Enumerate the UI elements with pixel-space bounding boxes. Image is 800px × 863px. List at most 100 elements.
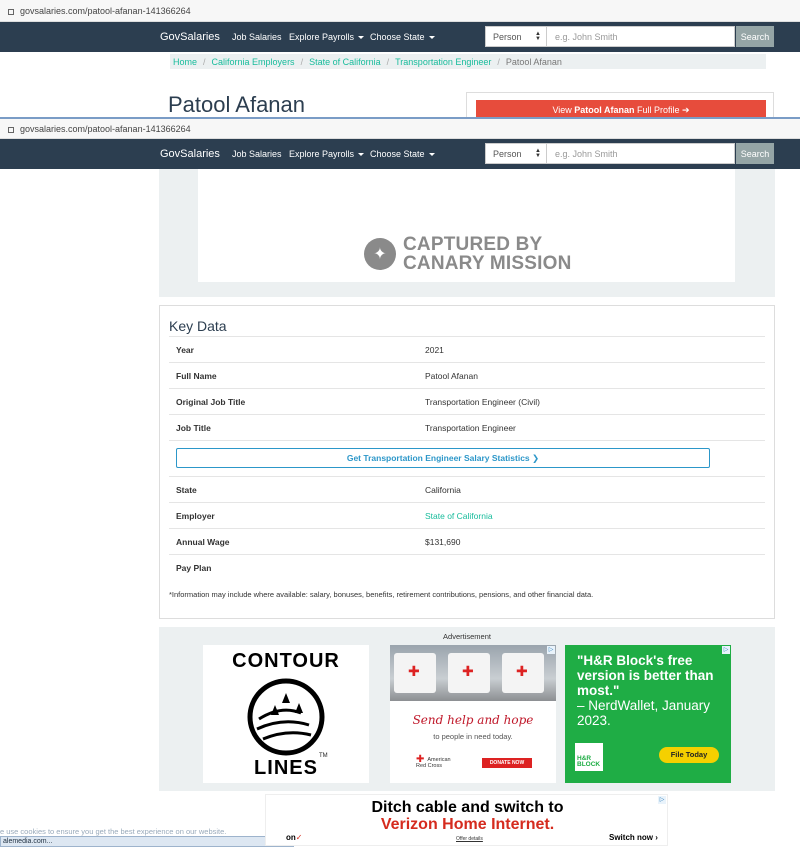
lock-icon: [8, 126, 14, 133]
advertisement-well: Advertisement CONTOUR TM LINES ✚ ✚ ✚ Sen…: [159, 627, 775, 797]
navbar: GovSalaries Job Salaries Explore Payroll…: [0, 22, 800, 52]
hr-source: – NerdWallet, January 2023.: [577, 698, 711, 728]
table-row: Job Title Transportation Engineer: [169, 414, 765, 440]
row-value: California: [425, 484, 461, 495]
watermark-text: CAPTURED BY CANARY MISSION: [403, 235, 572, 273]
stats-button-label: Get Transportation Engineer Salary Stati…: [346, 453, 530, 463]
brand-logo[interactable]: GovSalaries: [160, 148, 220, 160]
van-image: ✚: [502, 653, 544, 693]
nav-choose-state-label: Choose State: [370, 149, 425, 159]
file-today-button[interactable]: File Today: [659, 747, 719, 763]
search-button[interactable]: Search: [736, 26, 774, 47]
view-full-profile-button[interactable]: View Patool Afanan Full Profile ➔: [476, 100, 766, 117]
row-label: Original Job Title: [176, 396, 246, 407]
search-input[interactable]: e.g. John Smith: [547, 26, 735, 47]
adchoices-icon[interactable]: ▷: [722, 646, 730, 654]
red-cross-logo: ✚ American Red Cross: [416, 755, 451, 770]
search-button[interactable]: Search: [736, 143, 774, 164]
row-value: 2021: [425, 344, 444, 355]
ad-label: Advertisement: [443, 632, 491, 641]
profile-box: View Patool Afanan Full Profile ➔: [466, 92, 774, 117]
nav-job-salaries[interactable]: Job Salaries: [232, 32, 282, 42]
hr-quote: "H&R Block's free version is better than…: [577, 653, 714, 698]
table-row: Pay Plan: [169, 554, 765, 580]
row-label: State: [176, 484, 197, 495]
chevron-right-icon: ❯: [532, 452, 540, 463]
breadcrumb-state[interactable]: State of California: [309, 57, 381, 67]
row-label: Employer: [176, 510, 215, 521]
search-input[interactable]: e.g. John Smith: [547, 143, 735, 164]
row-value: Transportation Engineer (Civil): [425, 396, 540, 407]
breadcrumb-sep: /: [300, 56, 304, 67]
switch-now-button[interactable]: Switch now ›: [609, 833, 658, 842]
adchoices-icon[interactable]: ▷: [547, 646, 555, 654]
page-title: Patool Afanan: [168, 92, 306, 117]
verizon-logo: on✓: [286, 833, 302, 842]
profile-btn-name: Patool Afanan: [574, 105, 635, 115]
table-row: Full Name Patool Afanan: [169, 362, 765, 388]
caret-down-icon: [428, 36, 435, 40]
row-value: Patool Afanan: [425, 370, 478, 381]
search-type-select[interactable]: Person ▲ ▼: [485, 26, 547, 47]
vz-brand-text: on: [286, 833, 296, 842]
breadcrumb-current: Patool Afanan: [505, 56, 562, 67]
watermark-line1: CAPTURED BY: [403, 234, 543, 255]
check-icon: ✓: [295, 833, 303, 842]
bottom-overlay: e use cookies to ensure you get the best…: [0, 791, 800, 863]
address-url: govsalaries.com/patool-afanan-141366264: [20, 5, 191, 16]
browser-status-bar: alemedia.com...: [0, 836, 294, 847]
nav-job-salaries[interactable]: Job Salaries: [232, 149, 282, 159]
breadcrumb-job[interactable]: Transportation Engineer: [395, 57, 491, 67]
table-row-stats: Get Transportation Engineer Salary Stati…: [169, 440, 765, 476]
van-image: ✚: [448, 653, 490, 693]
employer-link[interactable]: State of California: [425, 511, 493, 521]
contour-subtitle: LINES: [254, 757, 318, 779]
row-label: Pay Plan: [176, 562, 212, 573]
cookie-notice: e use cookies to ensure you get the best…: [0, 827, 227, 836]
canary-bird-icon: ✦: [364, 238, 396, 270]
nav-choose-state[interactable]: Choose State: [370, 149, 435, 159]
adchoices-icon[interactable]: ▷: [658, 796, 666, 804]
address-bar[interactable]: govsalaries.com/patool-afanan-141366264: [0, 119, 800, 139]
breadcrumb-sep: /: [386, 56, 390, 67]
row-label: Year: [176, 344, 194, 355]
address-bar[interactable]: govsalaries.com/patool-afanan-141366264: [0, 0, 800, 22]
donate-now-button[interactable]: DONATE NOW: [482, 758, 532, 768]
row-label: Full Name: [176, 370, 217, 381]
ad-hr-block[interactable]: "H&R Block's free version is better than…: [565, 645, 731, 783]
nav-choose-state[interactable]: Choose State: [370, 32, 435, 42]
arrow-right-icon: ➔: [682, 105, 690, 115]
table-row: Year 2021: [169, 336, 765, 362]
hr-block-logo: H&R BLOCK: [575, 743, 603, 771]
ad-verizon[interactable]: Ditch cable and switch to Verizon Home I…: [265, 794, 668, 846]
rc-subtext: to people in need today.: [433, 732, 513, 741]
chevron-right-icon: ›: [655, 833, 658, 842]
nav-choose-state-label: Choose State: [370, 32, 425, 42]
navbar: GovSalaries Job Salaries Explore Payroll…: [0, 139, 800, 169]
nav-explore-payrolls-label: Explore Payrolls: [289, 149, 355, 159]
salary-statistics-button[interactable]: Get Transportation Engineer Salary Stati…: [176, 448, 710, 468]
offer-details-link[interactable]: Offer details: [456, 836, 483, 842]
ad-red-cross[interactable]: ✚ ✚ ✚ Send help and hope to people in ne…: [390, 645, 556, 783]
updown-icon: ▲ ▼: [535, 147, 541, 159]
nav-explore-payrolls[interactable]: Explore Payrolls: [289, 32, 365, 42]
rc-tagline: Send help and hope: [412, 713, 534, 727]
breadcrumb-home[interactable]: Home: [173, 57, 197, 67]
vz-subheadline: Verizon Home Internet.: [380, 816, 555, 833]
table-row: Employer State of California: [169, 502, 765, 528]
nav-explore-payrolls-label: Explore Payrolls: [289, 32, 355, 42]
vz-headline: Ditch cable and switch to: [371, 799, 564, 816]
row-label: Job Title: [176, 422, 211, 433]
info-note: *Information may include where available…: [169, 590, 594, 599]
breadcrumb-employers[interactable]: California Employers: [212, 57, 295, 67]
table-row: Annual Wage $131,690: [169, 528, 765, 554]
brand-logo[interactable]: GovSalaries: [160, 31, 220, 43]
ad-contour-lines[interactable]: CONTOUR TM LINES: [203, 645, 369, 783]
ambulance-photo: ✚ ✚ ✚: [390, 645, 556, 701]
search-type-select[interactable]: Person ▲ ▼: [485, 143, 547, 164]
nav-explore-payrolls[interactable]: Explore Payrolls: [289, 149, 365, 159]
contour-title: CONTOUR: [232, 650, 340, 672]
search-bar: Person ▲ ▼ e.g. John Smith Search: [485, 143, 774, 164]
breadcrumb-sep: /: [203, 56, 206, 67]
key-data-panel: Key Data Year 2021 Full Name Patool Afanan…: [159, 305, 775, 619]
